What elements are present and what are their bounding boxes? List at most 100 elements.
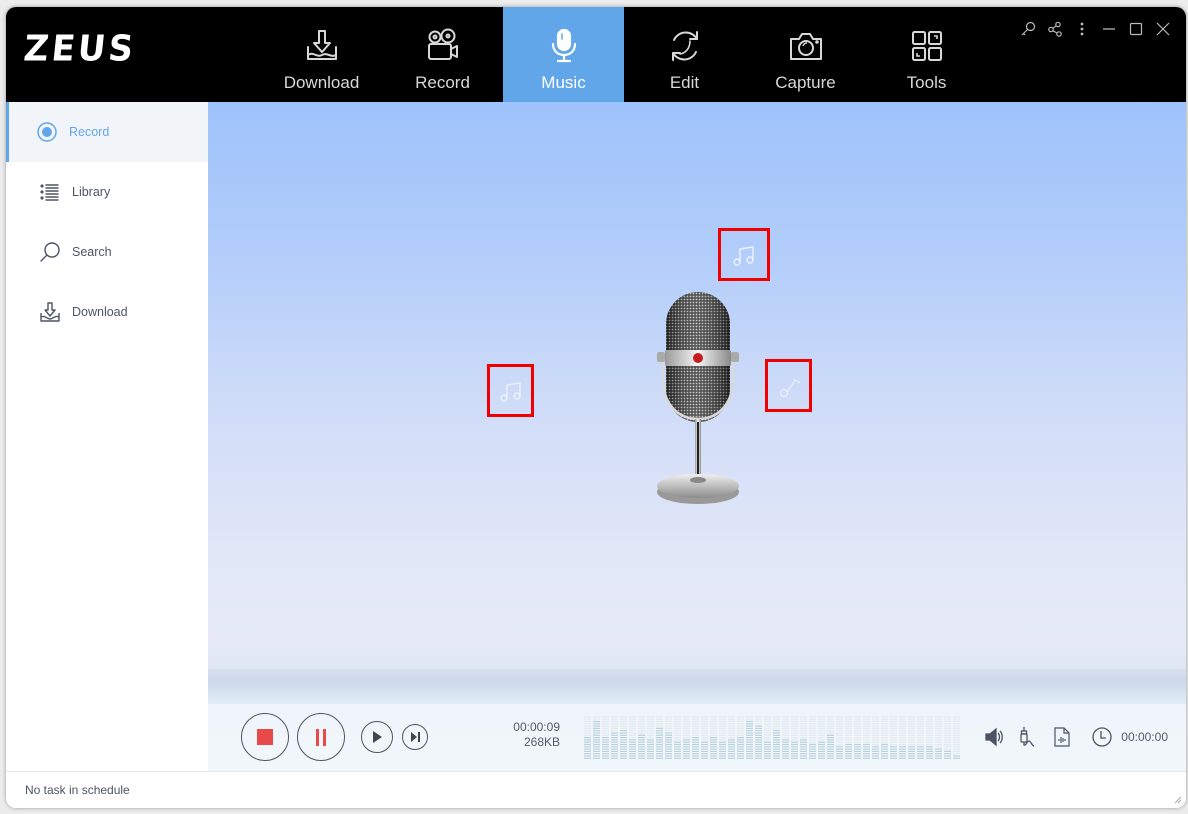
equalizer-segment	[656, 755, 663, 757]
nav-tab-tools[interactable]: Tools	[866, 7, 987, 102]
highlighted-note-left[interactable]	[487, 364, 534, 417]
audio-format-button[interactable]	[1049, 724, 1075, 750]
equalizer-segment	[647, 737, 654, 739]
equalizer-segment	[620, 725, 627, 727]
equalizer-segment	[692, 743, 699, 746]
equalizer-segment	[755, 720, 762, 723]
equalizer-segment	[656, 746, 663, 748]
equalizer-segment	[953, 716, 960, 718]
equalizer-segment	[809, 753, 816, 755]
resize-grip-icon[interactable]	[1172, 794, 1182, 804]
sidebar-item-record[interactable]: Record	[6, 102, 208, 162]
equalizer-segment	[719, 753, 726, 755]
equalizer-segment	[944, 741, 951, 743]
equalizer-segment	[683, 746, 690, 748]
equalizer-segment	[683, 748, 690, 750]
sidebar-item-search[interactable]: Search	[6, 222, 208, 282]
volume-button[interactable]	[981, 724, 1007, 750]
equalizer-segment	[692, 732, 699, 734]
equalizer-segment	[728, 746, 735, 748]
equalizer-segment	[593, 734, 600, 736]
nav-tab-music[interactable]: Music	[503, 7, 624, 102]
nav-tab-record[interactable]: Record	[382, 7, 503, 102]
equalizer-segment	[872, 748, 879, 750]
stop-button[interactable]	[241, 713, 289, 761]
equalizer-segment	[899, 727, 906, 729]
play-button[interactable]	[361, 721, 393, 753]
equalizer-segment	[728, 741, 735, 743]
equalizer-segment	[845, 757, 852, 759]
equalizer-segment	[728, 730, 735, 732]
equalizer-segment	[863, 732, 870, 734]
equalizer-segment	[944, 725, 951, 727]
equalizer-segment	[629, 743, 636, 746]
equalizer-segment	[584, 727, 591, 729]
equalizer-segment	[791, 732, 798, 734]
equalizer-segment	[953, 734, 960, 736]
equalizer-segment	[953, 725, 960, 727]
equalizer-segment	[692, 739, 699, 741]
tools-grid-icon	[911, 31, 942, 61]
sidebar-item-label: Search	[72, 245, 112, 259]
equalizer-segment	[611, 748, 618, 750]
equalizer-segment	[818, 757, 825, 759]
share-button[interactable]	[1046, 20, 1064, 38]
sidebar-item-download[interactable]: Download	[6, 282, 208, 342]
schedule-timer-button[interactable]	[1089, 724, 1115, 750]
equalizer-segment	[728, 753, 735, 755]
equalizer-segment	[710, 757, 717, 759]
minimize-button[interactable]	[1100, 20, 1118, 38]
equalizer-segment	[611, 743, 618, 746]
audio-input-button[interactable]	[1015, 724, 1041, 750]
equalizer-column	[827, 716, 834, 759]
equalizer-segment	[926, 720, 933, 723]
audio-file-icon	[1054, 727, 1070, 747]
equalizer-segment	[710, 716, 717, 718]
equalizer-segment	[710, 741, 717, 743]
equalizer-segment	[737, 732, 744, 734]
sidebar-item-library[interactable]: Library	[6, 162, 208, 222]
equalizer-column	[845, 716, 852, 759]
equalizer-segment	[791, 748, 798, 750]
equalizer-segment	[863, 723, 870, 725]
skip-next-button[interactable]	[402, 724, 428, 750]
more-vertical-icon	[1080, 22, 1084, 36]
equalizer-segment	[647, 746, 654, 748]
equalizer-segment	[926, 718, 933, 720]
equalizer-segment	[935, 727, 942, 729]
equalizer-segment	[593, 737, 600, 739]
equalizer-segment	[647, 757, 654, 759]
equalizer-segment	[917, 730, 924, 732]
highlighted-note-right[interactable]	[765, 359, 812, 412]
highlighted-note-top[interactable]	[718, 228, 770, 281]
equalizer-segment	[890, 720, 897, 723]
equalizer-segment	[926, 748, 933, 750]
equalizer-segment	[863, 718, 870, 720]
equalizer-segment	[719, 748, 726, 750]
key-button[interactable]	[1019, 20, 1037, 38]
equalizer-segment	[944, 748, 951, 750]
equalizer-segment	[701, 750, 708, 752]
equalizer-segment	[773, 723, 780, 725]
equalizer-segment	[899, 748, 906, 750]
equalizer-segment	[818, 734, 825, 736]
equalizer-segment	[692, 737, 699, 739]
equalizer-segment	[944, 727, 951, 729]
equalizer-segment	[836, 723, 843, 725]
equalizer-segment	[692, 727, 699, 729]
nav-tab-capture[interactable]: Capture	[745, 7, 866, 102]
equalizer-segment	[701, 757, 708, 759]
nav-tab-edit[interactable]: Edit	[624, 7, 745, 102]
equalizer-segment	[836, 739, 843, 741]
pause-button[interactable]	[297, 713, 345, 761]
maximize-button[interactable]	[1127, 20, 1145, 38]
nav-tab-download[interactable]: Download	[261, 7, 382, 102]
equalizer-segment	[674, 748, 681, 750]
equalizer-segment	[863, 727, 870, 729]
equalizer-segment	[674, 755, 681, 757]
close-button[interactable]	[1154, 20, 1172, 38]
equalizer-segment	[620, 730, 627, 732]
more-menu-button[interactable]	[1073, 20, 1091, 38]
equalizer-segment	[746, 741, 753, 743]
equalizer-segment	[881, 750, 888, 752]
